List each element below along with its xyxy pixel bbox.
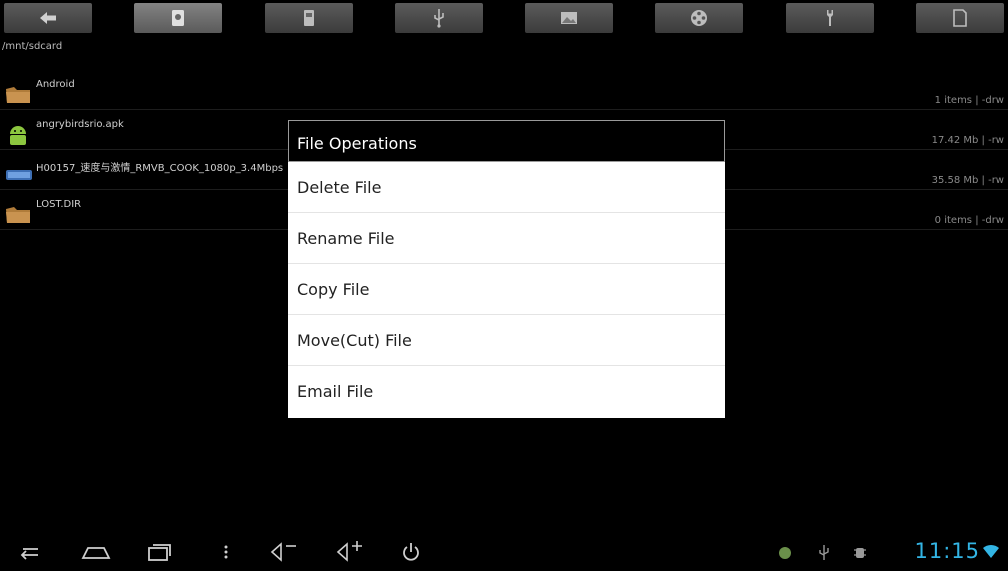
menu-button[interactable] (222, 540, 230, 564)
move-file-option[interactable]: Move(Cut) File (288, 315, 725, 366)
usb-icon (434, 9, 444, 28)
file-info: 0 items | -drw (934, 215, 1004, 226)
toolbar-video-button[interactable] (655, 3, 744, 33)
status-clock[interactable]: 11:15 (914, 539, 980, 563)
video-file-icon (6, 170, 32, 180)
delete-file-option[interactable]: Delete File (288, 162, 725, 213)
debug-notification[interactable] (852, 540, 868, 564)
file-operations-dialog: File Operations Delete File Rename File … (288, 120, 725, 418)
file-info: 1 items | -drw (934, 95, 1004, 106)
sdcard-icon (172, 10, 185, 26)
file-name: Android (36, 79, 75, 90)
file-name: H00157_速度与激情_RMVB_COOK_1080p_3.4Mbps (36, 163, 284, 174)
toolbar-internal-storage-button[interactable] (264, 3, 353, 33)
app-notification[interactable] (776, 540, 794, 564)
tools-icon (826, 10, 833, 26)
wifi-status[interactable] (982, 542, 1000, 560)
android-app-icon (10, 126, 26, 145)
toolbar-image-button[interactable] (525, 3, 614, 33)
volume-down-icon (270, 542, 296, 562)
recent-apps-icon (148, 544, 171, 561)
internal-storage-icon (303, 10, 314, 26)
wifi-icon (983, 544, 999, 558)
rename-file-option[interactable]: Rename File (288, 213, 725, 264)
toolbar-sdcard-button[interactable] (134, 3, 223, 33)
system-navigation-bar: 11:15 (0, 530, 1008, 571)
file-info: 35.58 Mb | -rw (931, 175, 1004, 186)
file-name: LOST.DIR (36, 199, 82, 210)
power-button[interactable] (400, 540, 422, 564)
email-file-option[interactable]: Email File (288, 366, 725, 417)
toolbar-document-button[interactable] (915, 3, 1004, 33)
home-button[interactable] (80, 540, 112, 564)
recent-apps-button[interactable] (146, 540, 172, 564)
volume-up-icon (336, 541, 362, 562)
back-arrow-icon (40, 12, 56, 24)
film-reel-icon (691, 10, 708, 26)
folder-icon (6, 87, 30, 103)
overflow-menu-icon (224, 545, 228, 559)
toolbar-usb-button[interactable] (394, 3, 483, 33)
image-icon (561, 12, 578, 24)
back-button[interactable] (18, 540, 42, 564)
usb-notification-icon (819, 545, 829, 560)
file-row[interactable]: Android 1 items | -drw (0, 70, 1008, 110)
document-icon (953, 9, 967, 27)
current-path: /mnt/sdcard (2, 41, 63, 52)
power-icon (403, 543, 419, 561)
folder-icon (6, 207, 30, 223)
copy-file-option[interactable]: Copy File (288, 264, 725, 315)
file-name: angrybirdsrio.apk (36, 119, 124, 130)
dialog-title: File Operations (288, 120, 725, 162)
toolbar-tools-button[interactable] (785, 3, 874, 33)
back-icon (20, 548, 38, 560)
home-icon (81, 547, 111, 559)
volume-up-button[interactable] (334, 540, 366, 564)
usb-debugging-icon (854, 548, 866, 558)
file-info: 17.42 Mb | -rw (931, 135, 1004, 146)
category-toolbar (0, 0, 1008, 36)
android-notification-icon (779, 547, 791, 559)
toolbar-back-button[interactable] (4, 3, 92, 33)
volume-down-button[interactable] (268, 540, 300, 564)
usb-notification[interactable] (816, 540, 832, 564)
